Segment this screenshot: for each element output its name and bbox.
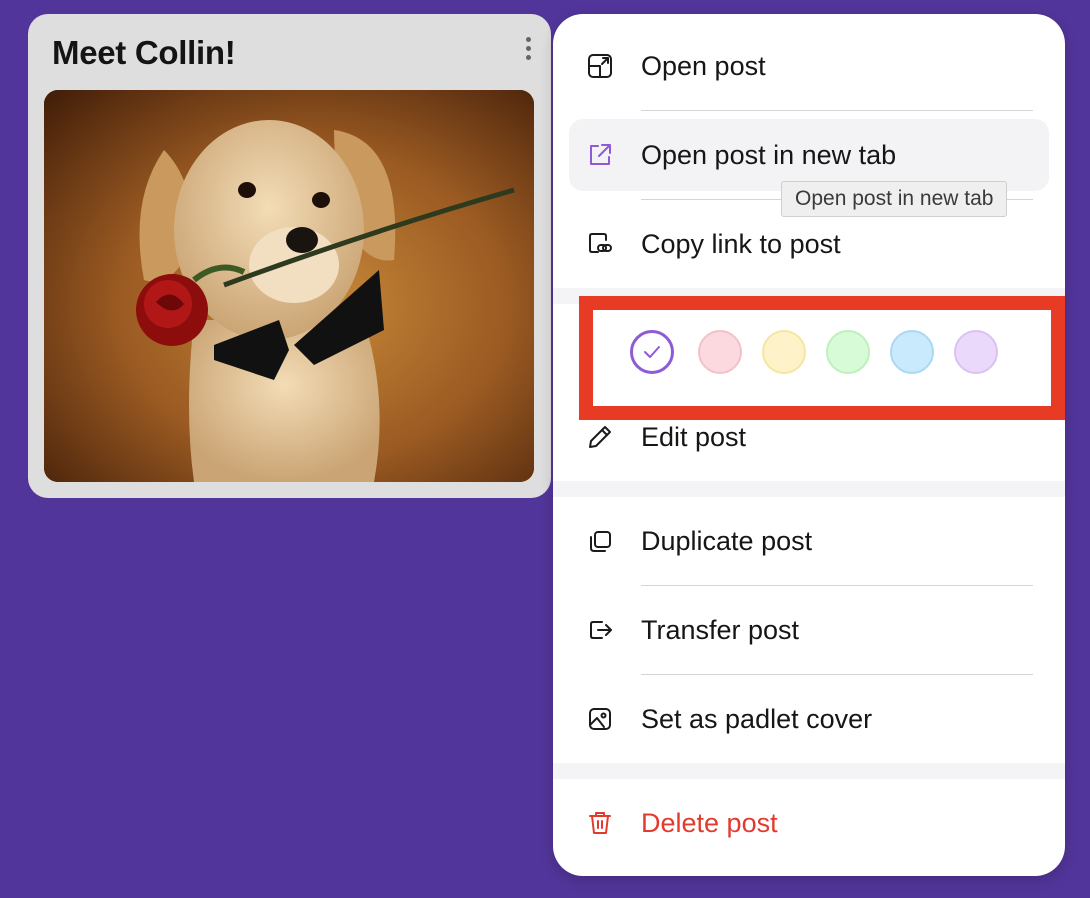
- divider: [641, 585, 1033, 586]
- transfer-icon: [585, 615, 615, 645]
- section-divider: [553, 481, 1065, 497]
- transfer-post-item[interactable]: Transfer post: [569, 594, 1049, 666]
- edit-post-label: Edit post: [641, 421, 747, 452]
- section-divider: [553, 763, 1065, 779]
- copy-link-icon: [585, 229, 615, 259]
- trash-icon: [585, 808, 615, 838]
- tooltip: Open post in new tab: [781, 181, 1008, 217]
- post-title: Meet Collin!: [52, 34, 236, 71]
- divider: [641, 110, 1033, 111]
- color-swatch-yellow[interactable]: [762, 330, 806, 374]
- color-swatch-red[interactable]: [698, 330, 742, 374]
- open-post-item[interactable]: Open post: [569, 30, 1049, 102]
- edit-post-item[interactable]: Edit post: [569, 401, 1049, 473]
- pencil-icon: [585, 422, 615, 452]
- color-swatch-green[interactable]: [826, 330, 870, 374]
- duplicate-post-item[interactable]: Duplicate post: [569, 505, 1049, 577]
- check-icon: [644, 346, 660, 358]
- copy-link-label: Copy link to post: [641, 228, 841, 259]
- open-icon: [585, 51, 615, 81]
- color-swatch-default[interactable]: [630, 330, 674, 374]
- puppy-photo: [44, 90, 534, 482]
- divider: [641, 674, 1033, 675]
- delete-post-label: Delete post: [641, 807, 778, 838]
- set-padlet-cover-item[interactable]: Set as padlet cover: [569, 683, 1049, 755]
- post-card[interactable]: Meet Collin!: [28, 14, 551, 498]
- delete-post-item[interactable]: Delete post: [569, 787, 1049, 859]
- post-image[interactable]: [44, 90, 534, 482]
- color-swatch-purple[interactable]: [954, 330, 998, 374]
- vertical-ellipsis-icon[interactable]: [516, 31, 540, 65]
- open-post-new-tab-label: Open post in new tab: [641, 139, 897, 170]
- external-link-icon: [585, 140, 615, 170]
- copy-link-item[interactable]: Copy link to post: [569, 208, 1049, 280]
- image-cover-icon: [585, 704, 615, 734]
- duplicate-icon: [585, 526, 615, 556]
- color-swatch-blue[interactable]: [890, 330, 934, 374]
- open-post-label: Open post: [641, 50, 766, 81]
- set-padlet-cover-label: Set as padlet cover: [641, 703, 873, 734]
- duplicate-post-label: Duplicate post: [641, 525, 813, 556]
- transfer-post-label: Transfer post: [641, 614, 800, 645]
- post-context-menu: Open post Open post in new tab Copy link…: [553, 14, 1065, 876]
